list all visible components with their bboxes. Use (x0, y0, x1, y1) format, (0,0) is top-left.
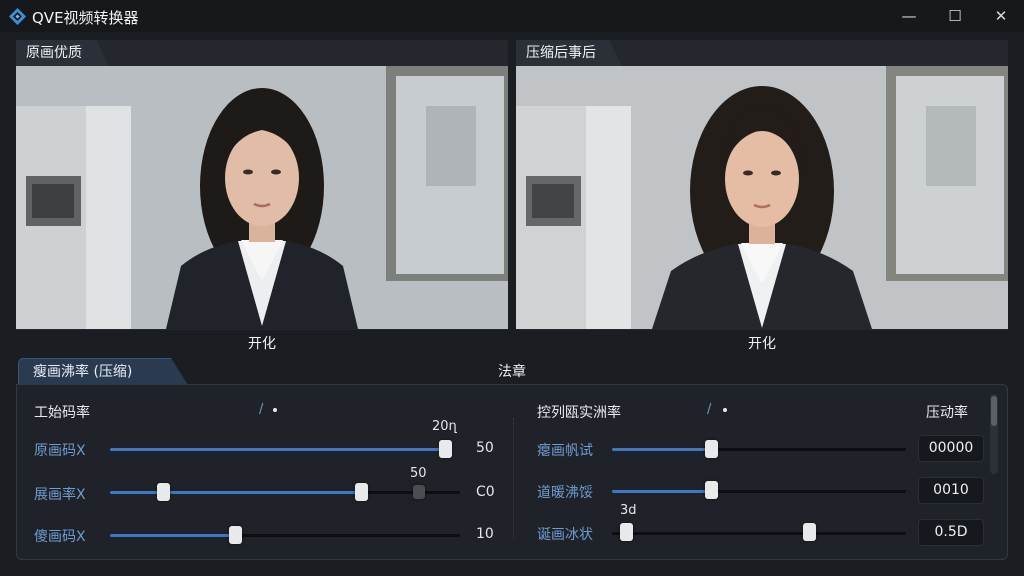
left-row-1-slider-fill (110, 448, 446, 451)
left-row-2-label: 展画率X (34, 487, 86, 503)
right-row-3-label: 诞画冰状 (537, 527, 593, 543)
original-pane-caption: 开化 (248, 336, 276, 352)
right-row-1-value-input[interactable]: 00000 (918, 435, 984, 462)
settings-scrollbar[interactable] (990, 394, 998, 474)
right-row-3-slider-thumb-high[interactable] (803, 523, 816, 541)
right-row-1-slider-fill (612, 448, 712, 451)
right-header-dot (723, 408, 727, 412)
maximize-button[interactable]: ☐ (943, 4, 967, 28)
compressed-pane-tab[interactable]: 压缩后事后 (516, 40, 622, 66)
right-row-3-value-input[interactable]: 0.5D (918, 519, 984, 546)
right-row-3-slider-track[interactable] (612, 532, 906, 535)
app-logo-icon (9, 8, 26, 25)
left-row-3-value: 10 (476, 526, 494, 542)
left-row-3-label: 傻画码X (34, 529, 86, 545)
window-title: QVE视频转换器 (32, 9, 139, 27)
left-row-1-value: 50 (476, 440, 494, 456)
right-row-2-slider-fill (612, 490, 712, 493)
column-divider (513, 418, 514, 538)
left-row-2-slider-thumb-low[interactable] (157, 483, 170, 501)
left-header-mark[interactable]: / (259, 402, 263, 417)
right-row-1-slider-track[interactable] (612, 448, 906, 451)
left-row-2-slider-thumb-marker[interactable] (413, 485, 425, 499)
original-preview-pane: 原画优质 (16, 40, 508, 330)
minimize-button[interactable]: — (897, 4, 921, 28)
right-row-3-thumb-tip: 3d (620, 503, 637, 518)
left-row-1-thumb-tip: 20ղ (432, 419, 457, 434)
left-header-dot (273, 408, 277, 412)
left-row-2-value: C0 (476, 484, 495, 500)
original-video-frame[interactable] (16, 66, 508, 329)
right-header-label: 控列瓯实洲率 (537, 405, 621, 421)
left-row-3-slider-track[interactable] (110, 534, 460, 537)
right-row-2-slider-thumb[interactable] (705, 481, 718, 499)
compressed-preview-pane: 压缩后事后 (516, 40, 1008, 330)
right-row-2-value-input[interactable]: 0010 (918, 477, 984, 504)
compressed-video-frame[interactable] (516, 66, 1008, 329)
title-bar: QVE视频转换器 — ☐ ✕ (0, 0, 1024, 32)
left-row-3-slider-thumb[interactable] (229, 526, 242, 544)
original-pane-tab[interactable]: 原画优质 (16, 40, 108, 66)
right-header-mark[interactable]: / (707, 402, 711, 417)
left-row-3-slider-fill (110, 534, 236, 537)
left-row-2-slider-fill (110, 491, 362, 494)
settings-tab[interactable]: 瘦画沸率 (压缩) (18, 358, 188, 385)
right-header-right-label: 压动率 (926, 405, 968, 421)
left-header-label: 工始码率 (34, 405, 90, 421)
right-row-3-slider-thumb-low[interactable] (620, 523, 633, 541)
right-row-1-slider-thumb[interactable] (705, 440, 718, 458)
compressed-pane-caption: 开化 (748, 336, 776, 352)
left-row-1-slider-thumb[interactable] (439, 440, 452, 458)
close-button[interactable]: ✕ (989, 4, 1013, 28)
left-row-1-label: 原画码X (34, 443, 86, 459)
settings-scrollbar-handle[interactable] (991, 396, 997, 426)
left-row-1-slider-track[interactable] (110, 448, 450, 451)
right-row-1-label: 瘪画帆试 (537, 443, 593, 459)
left-row-2-thumb-tip: 50 (410, 466, 427, 481)
settings-center-label: 法章 (498, 364, 526, 380)
right-row-2-slider-track[interactable] (612, 490, 906, 493)
left-row-2-slider-thumb-high[interactable] (355, 483, 368, 501)
right-row-2-label: 道暖沸馁 (537, 485, 593, 501)
